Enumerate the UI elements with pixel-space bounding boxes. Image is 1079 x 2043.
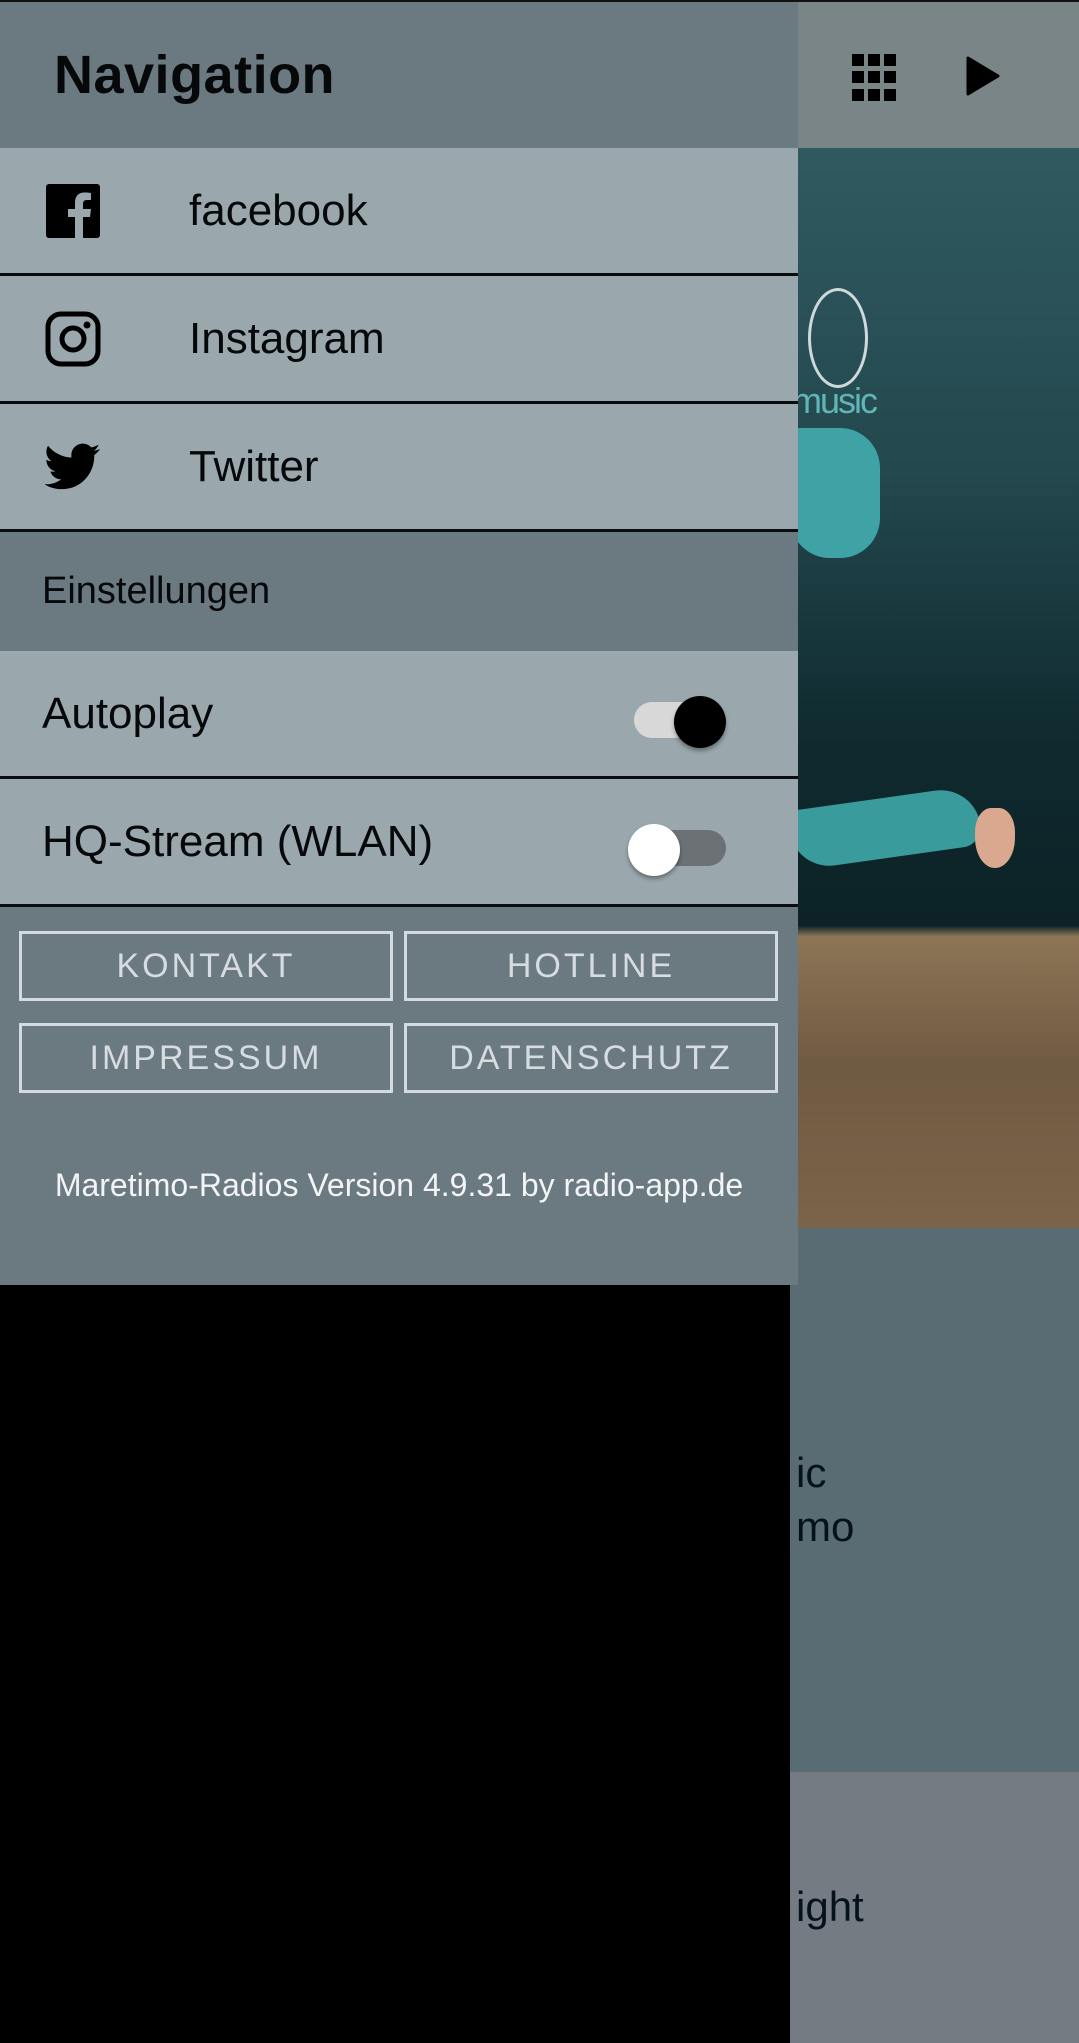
- twitter-icon: [45, 439, 101, 495]
- setting-hq-stream: HQ-Stream (WLAN): [0, 779, 798, 907]
- play-icon[interactable]: [958, 52, 1006, 100]
- info-buttons: KONTAKT HOTLINE IMPRESSUM DATENSCHUTZ: [0, 907, 798, 1093]
- social-link-twitter[interactable]: Twitter: [0, 404, 798, 532]
- station-card-text-line1: ic: [796, 1449, 827, 1496]
- setting-label: HQ-Stream (WLAN): [42, 816, 434, 866]
- social-link-instagram[interactable]: Instagram: [0, 276, 798, 404]
- social-link-label: facebook: [189, 185, 368, 235]
- datenschutz-button[interactable]: DATENSCHUTZ: [404, 1023, 778, 1093]
- settings-section-header: Einstellungen: [0, 532, 798, 651]
- drawer-title: Navigation: [54, 45, 336, 105]
- cover-logo-text: music: [792, 380, 878, 421]
- instagram-icon: [45, 311, 101, 367]
- kontakt-button[interactable]: KONTAKT: [19, 931, 393, 1001]
- station-card-text-line2: mo: [796, 1503, 855, 1550]
- setting-label: Autoplay: [42, 688, 214, 738]
- facebook-icon: [45, 183, 101, 239]
- station-card-text: ight: [796, 1883, 864, 1930]
- hotline-button[interactable]: HOTLINE: [404, 931, 778, 1001]
- station-cover-image[interactable]: music: [790, 148, 1079, 1228]
- impressum-button[interactable]: IMPRESSUM: [19, 1023, 393, 1093]
- social-link-label: Instagram: [189, 313, 385, 363]
- grid-icon[interactable]: [850, 52, 902, 104]
- setting-autoplay: Autoplay: [0, 651, 798, 779]
- version-text: Maretimo-Radios Version 4.9.31 by radio-…: [54, 1167, 744, 1203]
- navigation-drawer: Navigation facebook Instagram Twitter Ei…: [0, 0, 798, 1285]
- social-link-label: Twitter: [189, 441, 319, 491]
- social-link-facebook[interactable]: facebook: [0, 148, 798, 276]
- hq-stream-toggle[interactable]: [628, 816, 726, 876]
- autoplay-toggle[interactable]: [630, 688, 726, 748]
- drawer-header: Navigation: [0, 0, 798, 148]
